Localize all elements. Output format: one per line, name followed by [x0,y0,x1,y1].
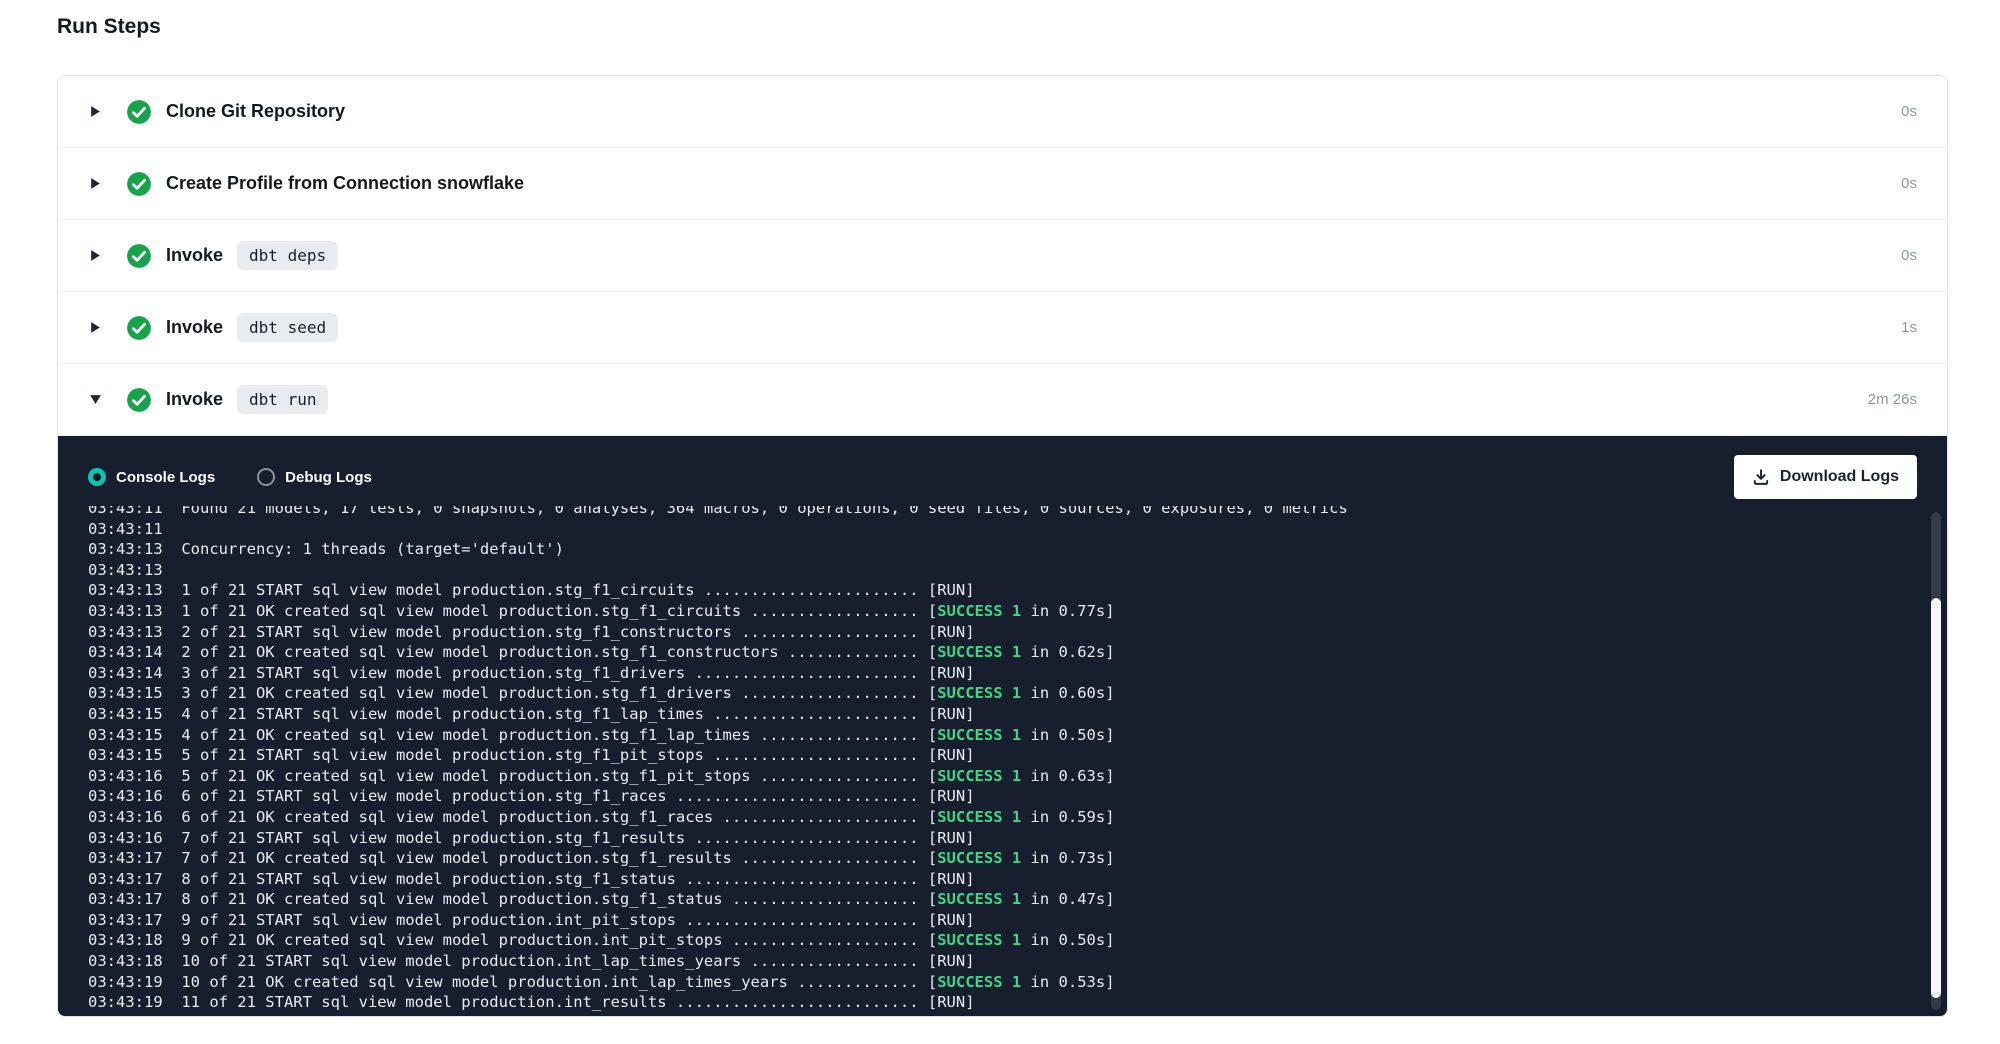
log-line: 03:43:15 5 of 21 START sql view model pr… [88,745,1901,766]
chevron-right-icon[interactable] [88,249,102,262]
command-pill: dbt run [237,385,328,414]
radio-label: Console Logs [116,469,215,486]
download-icon [1752,468,1770,486]
log-line: 03:43:16 6 of 21 START sql view model pr… [88,786,1901,807]
command-pill: dbt deps [237,241,338,270]
log-success-status: SUCCESS 1 [937,726,1021,744]
log-success-status: SUCCESS 1 [937,684,1021,702]
log-line: 03:43:14 2 of 21 OK created sql view mod… [88,642,1901,663]
log-line: 03:43:19 10 of 21 OK created sql view mo… [88,972,1901,993]
log-line: 03:43:13 1 of 21 OK created sql view mod… [88,601,1901,622]
console-logs-radio[interactable]: Console Logs [88,468,215,486]
step-title: Clone Git Repository [166,101,345,122]
success-check-icon [126,171,152,197]
step-duration: 0s [1901,175,1917,192]
log-line: 03:43:16 6 of 21 OK created sql view mod… [88,807,1901,828]
success-check-icon [126,243,152,269]
log-success-status: SUCCESS 1 [937,931,1021,949]
log-panel: Console Logs Debug Logs Download Logs 03… [58,436,1947,1016]
log-success-status: SUCCESS 1 [937,602,1021,620]
console-log-output[interactable]: 03:43:11 Found 21 models, 17 tests, 0 sn… [58,506,1947,1016]
log-success-status: SUCCESS 1 [937,808,1021,826]
chevron-right-icon[interactable] [88,105,102,118]
log-success-status: SUCCESS 1 [937,973,1021,991]
step-title: Invoke [166,317,223,338]
log-line: 03:43:17 9 of 21 START sql view model pr… [88,910,1901,931]
radio-label: Debug Logs [285,469,372,486]
success-check-icon [126,387,152,413]
success-check-icon [126,315,152,341]
chevron-right-icon[interactable] [88,321,102,334]
log-line: 03:43:13 2 of 21 START sql view model pr… [88,622,1901,643]
log-line: 03:43:18 10 of 21 START sql view model p… [88,951,1901,972]
debug-logs-radio[interactable]: Debug Logs [257,468,372,486]
step-row-create-profile[interactable]: Create Profile from Connection snowflake… [58,148,1947,220]
log-line: 03:43:16 5 of 21 OK created sql view mod… [88,766,1901,787]
success-check-icon [126,99,152,125]
log-success-status: SUCCESS 1 [937,767,1021,785]
log-line: 03:43:18 9 of 21 OK created sql view mod… [88,930,1901,951]
step-duration: 0s [1901,103,1917,120]
download-logs-button[interactable]: Download Logs [1734,455,1917,499]
log-line: 03:43:14 3 of 21 START sql view model pr… [88,663,1901,684]
run-steps-card: Clone Git Repository 0s Create Profile f… [57,75,1948,1017]
log-line: 03:43:15 4 of 21 START sql view model pr… [88,704,1901,725]
chevron-down-icon[interactable] [88,393,102,406]
log-line: 03:43:19 11 of 21 START sql view model p… [88,992,1901,1013]
log-line: 03:43:17 7 of 21 OK created sql view mod… [88,848,1901,869]
log-line: 03:43:17 8 of 21 START sql view model pr… [88,869,1901,890]
step-title: Invoke [166,389,223,410]
log-line: 03:43:13 Concurrency: 1 threads (target=… [88,539,1901,560]
step-title: Invoke [166,245,223,266]
log-line: 03:43:13 1 of 21 START sql view model pr… [88,580,1901,601]
page-title: Run Steps [57,15,2000,39]
radio-selected-icon [88,468,106,486]
step-row-clone-git-repository[interactable]: Clone Git Repository 0s [58,76,1947,148]
step-duration: 1s [1901,319,1917,336]
log-line: 03:43:15 3 of 21 OK created sql view mod… [88,683,1901,704]
log-line: 03:43:17 8 of 21 OK created sql view mod… [88,889,1901,910]
radio-unselected-icon [257,468,275,486]
step-row-invoke-dbt-seed[interactable]: Invoke dbt seed 1s [58,292,1947,364]
log-scrollbar-track[interactable] [1931,512,1941,1010]
log-success-status: SUCCESS 1 [937,890,1021,908]
log-panel-header: Console Logs Debug Logs Download Logs [58,436,1947,506]
step-title: Create Profile from Connection snowflake [166,173,524,194]
log-line: 03:43:13 [88,560,1901,581]
log-success-status: SUCCESS 1 [937,643,1021,661]
log-scrollbar-thumb[interactable] [1931,598,1941,998]
log-line: 03:43:11 Found 21 models, 17 tests, 0 sn… [88,506,1901,519]
step-duration: 2m 26s [1868,391,1917,408]
log-line: 03:43:16 7 of 21 START sql view model pr… [88,828,1901,849]
download-logs-label: Download Logs [1780,468,1899,486]
command-pill: dbt seed [237,313,338,342]
log-line: 03:43:11 [88,519,1901,540]
log-line: 03:43:15 4 of 21 OK created sql view mod… [88,725,1901,746]
chevron-right-icon[interactable] [88,177,102,190]
step-row-invoke-dbt-deps[interactable]: Invoke dbt deps 0s [58,220,1947,292]
console-log-lines: 03:43:11 Found 21 models, 17 tests, 0 sn… [88,506,1901,1013]
run-steps-page: Run Steps Clone Git Repository 0s Create… [0,15,2000,1017]
log-success-status: SUCCESS 1 [937,849,1021,867]
step-row-invoke-dbt-run[interactable]: Invoke dbt run 2m 26s [58,364,1947,436]
step-duration: 0s [1901,247,1917,264]
